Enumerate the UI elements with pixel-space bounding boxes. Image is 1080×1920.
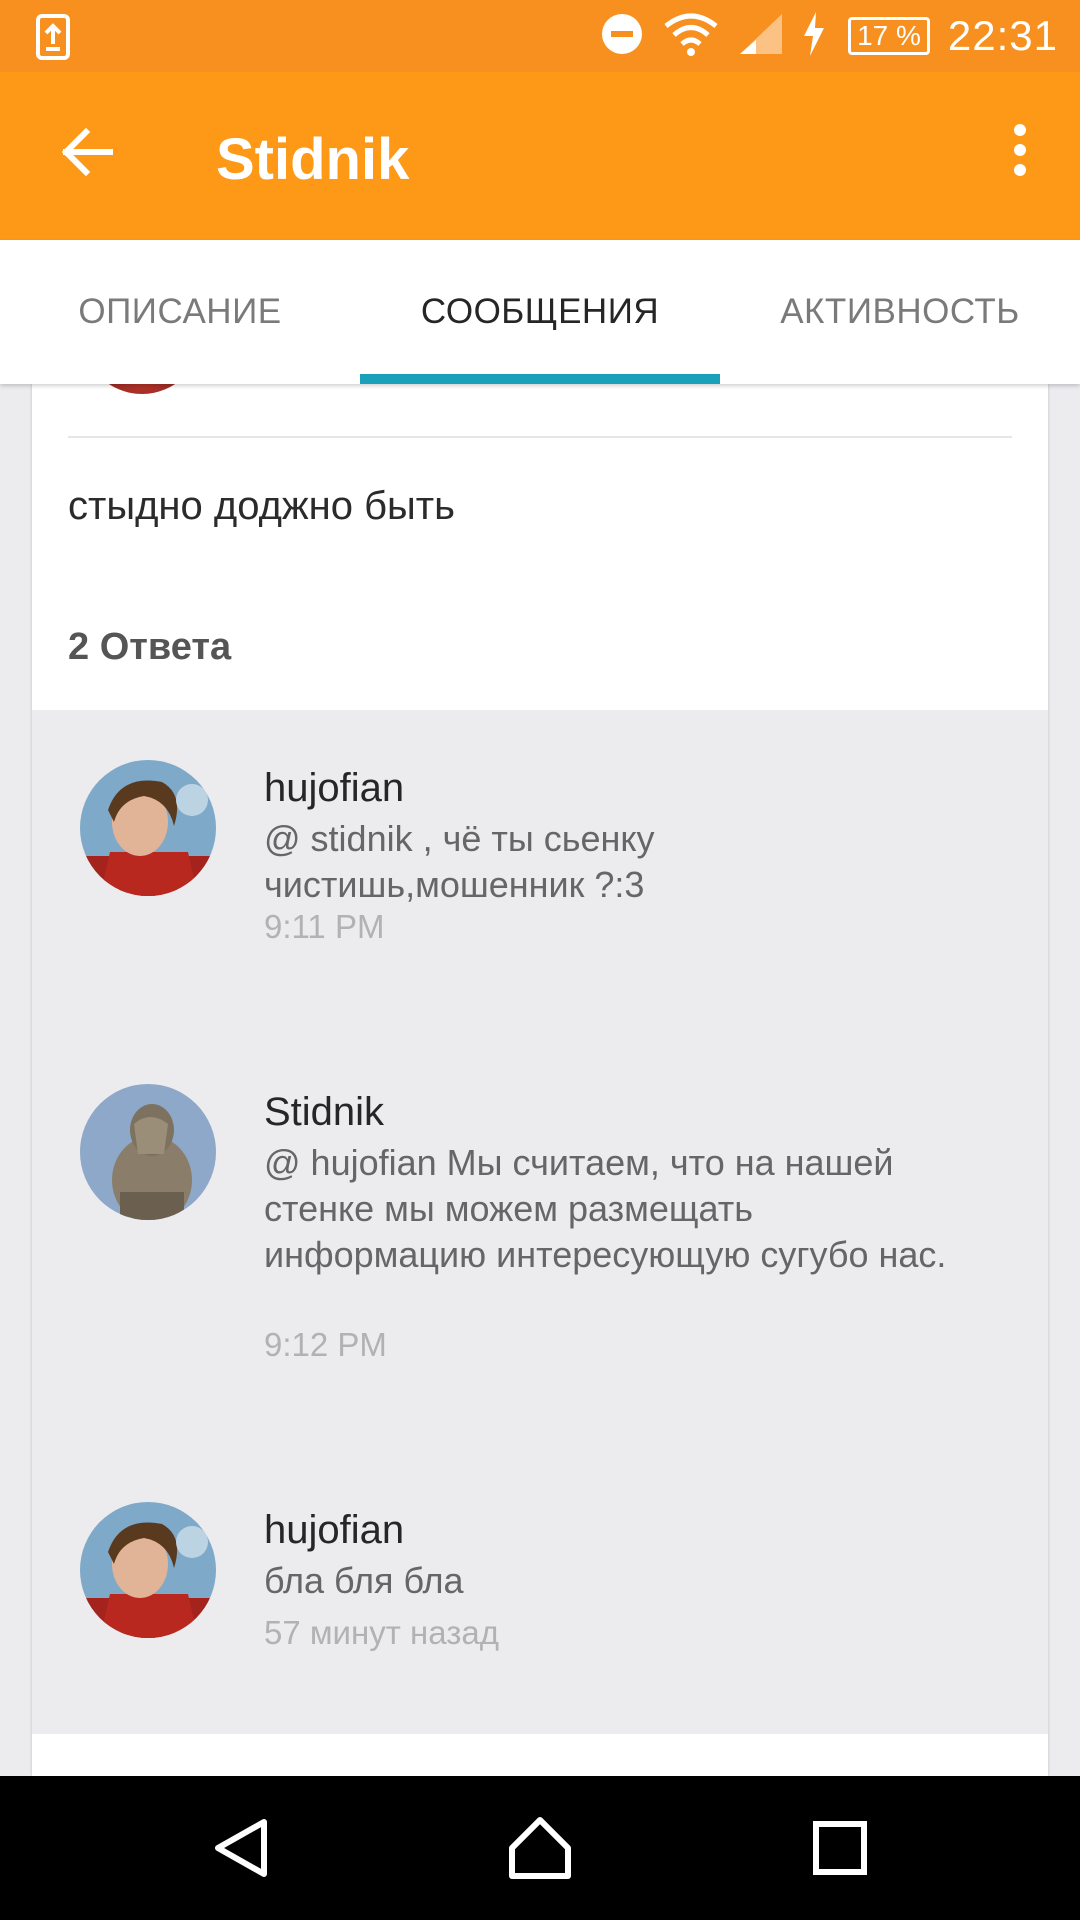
clock: 22:31 [947,12,1058,59]
post-author-avatar[interactable] [82,384,202,394]
navigation-bar [0,1776,1080,1920]
nav-recents-icon[interactable] [804,1812,876,1884]
reply-author[interactable]: hujofian [264,766,404,811]
replies-count: 2 Ответа [68,626,232,668]
back-arrow-icon[interactable] [56,122,116,182]
charging-icon [802,11,826,61]
replies-list: hujofian @ stidnik , чё ты сьенку чистиш… [32,710,1048,1734]
reply-message: @ stidnik , чё ты сьенку чистишь,мошенни… [264,818,655,905]
avatar[interactable] [80,760,216,896]
avatar[interactable] [80,1084,216,1220]
post-text: стыдно доджно быть [68,484,455,528]
upload-notification-icon [36,14,70,65]
reply-time: 57 минут назад [264,1614,499,1651]
battery-indicator: 17 % [848,17,930,55]
reply-time: 9:11 PM [264,908,385,945]
post-card: стыдно доджно быть 2 Ответа hujofian @ s… [32,384,1048,1776]
reply-message: бла бля бла [264,1560,464,1601]
reply-message: @ hujofian Мы считаем, что на нашей стен… [264,1142,947,1275]
reply-author[interactable]: hujofian [264,1508,404,1553]
nav-home-icon[interactable] [504,1812,576,1884]
page-title: Stidnik [216,127,410,192]
overflow-menu-icon[interactable] [1000,120,1040,180]
wifi-icon [662,12,720,61]
reply-author[interactable]: Stidnik [264,1090,384,1135]
signal-icon [738,12,784,61]
status-bar: 17 % 22:31 [0,0,1080,72]
do-not-disturb-icon [600,12,644,61]
reply-time: 9:12 PM [264,1326,387,1363]
tab-bar: ОПИСАНИЕ СООБЩЕНИЯ АКТИВНОСТЬ [0,240,1080,384]
tab-messages[interactable]: СООБЩЕНИЯ [360,240,720,384]
divider [68,436,1012,438]
nav-back-icon[interactable] [206,1812,278,1884]
tab-description[interactable]: ОПИСАНИЕ [0,240,360,384]
avatar[interactable] [80,1502,216,1638]
app-bar: Stidnik [0,72,1080,240]
tab-activity[interactable]: АКТИВНОСТЬ [720,240,1080,384]
